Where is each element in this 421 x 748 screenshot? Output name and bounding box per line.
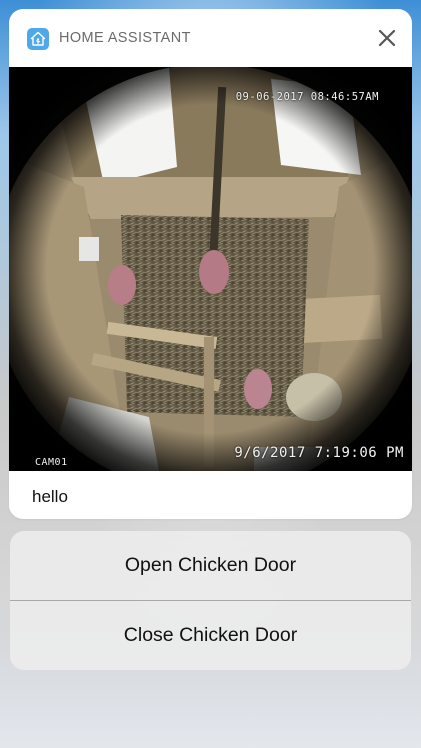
notification-actions: Open Chicken Door Close Chicken Door bbox=[10, 531, 411, 670]
camera-image bbox=[9, 67, 412, 471]
close-button[interactable] bbox=[374, 25, 400, 51]
home-assistant-icon bbox=[27, 28, 49, 50]
notification-header: HOME ASSISTANT bbox=[9, 9, 412, 67]
camera-timestamp-bottom: 9/6/2017 7:19:06 PM bbox=[234, 445, 404, 461]
close-chicken-door-button[interactable]: Close Chicken Door bbox=[10, 601, 411, 670]
open-chicken-door-button[interactable]: Open Chicken Door bbox=[10, 531, 411, 600]
app-name: HOME ASSISTANT bbox=[59, 30, 191, 46]
camera-timestamp-top: 09-06-2017 08:46:57AM bbox=[235, 91, 379, 103]
close-icon bbox=[378, 29, 396, 47]
camera-label: CAM01 bbox=[35, 457, 68, 468]
notification-card[interactable]: HOME ASSISTANT 09-06-2017 08:46:57AM 9/6… bbox=[9, 9, 412, 519]
notification-message: hello bbox=[32, 487, 68, 506]
camera-snapshot: 09-06-2017 08:46:57AM 9/6/2017 7:19:06 P… bbox=[9, 67, 412, 471]
